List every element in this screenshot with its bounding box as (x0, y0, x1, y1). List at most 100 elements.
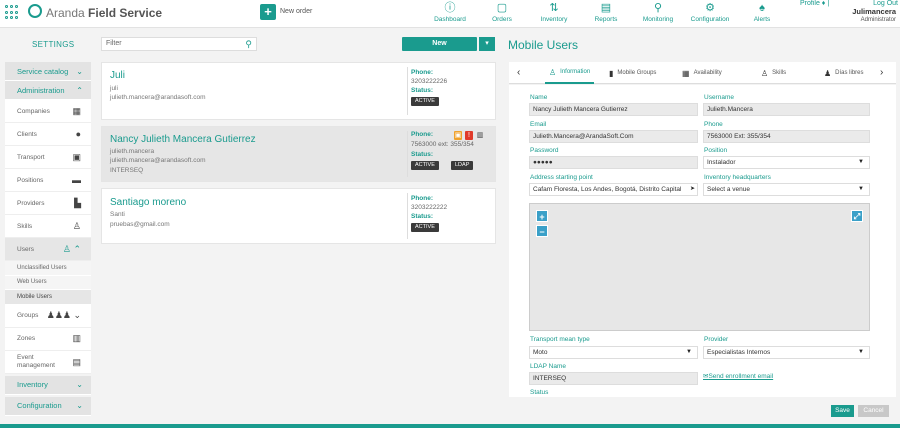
caret-down-icon: ▼ (686, 349, 692, 355)
sidebar-group-configuration[interactable]: Configuration ⌄ (5, 396, 91, 416)
group-icon: ♟♟♟ ⌄ (46, 310, 81, 320)
event-icon: ▤ (72, 356, 81, 367)
dashboard-icon: ⓘ (444, 2, 456, 14)
monitoring-icon: ⚲ (653, 2, 663, 14)
footer-bar (0, 424, 900, 428)
new-button[interactable]: New (402, 37, 477, 51)
sidebar-group-inventory[interactable]: Inventory ⌄ (5, 375, 91, 395)
sidebar-item-positions[interactable]: Positions ▬ (5, 169, 91, 192)
sidebar-item-skills[interactable]: Skills ♙ (5, 215, 91, 238)
aranda-logo-icon (28, 4, 42, 18)
person-walking-icon: ♙ (72, 220, 81, 231)
sidebar-item-clients[interactable]: Clients ● (5, 123, 91, 146)
chevron-down-icon: ⌄ (76, 380, 83, 389)
tab-availability[interactable]: ▦ Availability (682, 62, 722, 84)
sidebar-item-event-management[interactable]: Event management ▤ (5, 350, 91, 374)
email-field[interactable]: Julieth.Mancera@ArandaSoft.Com (529, 130, 698, 143)
zoom-out-button[interactable]: − (536, 225, 548, 237)
new-order-label[interactable]: New order (280, 8, 312, 15)
phone-field[interactable]: 7563000 Ext: 355/354 (703, 130, 870, 143)
brand-name: Aranda Field Service (46, 6, 163, 20)
nav-configuration[interactable]: ⚙ Configuration (685, 0, 735, 23)
tab-information[interactable]: ♙ Information (545, 62, 595, 84)
chevron-up-icon: ⌃ (76, 85, 83, 95)
position-select[interactable]: Instalador ▼ (703, 156, 870, 169)
calendar-icon: ▦ (682, 68, 690, 78)
user-name: Julimancera (852, 7, 896, 16)
nav-inventory[interactable]: ⇅ Inventory (529, 0, 579, 23)
top-header: Aranda Field Service + New order ⓘ Dashbo… (0, 0, 900, 28)
panel-title: Mobile Users (508, 38, 579, 52)
chevron-right-icon[interactable]: › (880, 67, 883, 78)
person-walking-icon: ♙ (761, 68, 769, 78)
chevron-down-icon: ⌄ (76, 401, 83, 410)
address-field[interactable]: Cafam Floresta, Los Andes, Bogotá, Distr… (529, 183, 698, 196)
transport-select[interactable]: Moto ▼ (529, 346, 698, 359)
nav-dashboard[interactable]: ⓘ Dashboard (425, 0, 475, 23)
save-button[interactable]: Save (831, 405, 854, 417)
person-icon: ♦ (821, 0, 826, 7)
caret-down-icon: ▼ (858, 186, 864, 192)
caret-down-icon: ▼ (858, 349, 864, 355)
tab-skills[interactable]: ♙ Skills (761, 62, 786, 84)
profile-link[interactable]: Profile ♦ | (800, 0, 829, 7)
inventory-icon: ⇅ (549, 2, 559, 14)
sidebar-item-zones[interactable]: Zones ▥ (5, 327, 91, 351)
zones-icon: ▥ (72, 333, 81, 343)
sidebar-item-groups[interactable]: Groups ♟♟♟ ⌄ (5, 304, 91, 328)
zoom-in-button[interactable]: + (536, 210, 548, 222)
caret-down-icon: ▼ (858, 159, 864, 165)
sidebar-item-transport[interactable]: Transport ▣ (5, 146, 91, 169)
tab-bar: ‹ ♙ Information ▮ Mobile Groups ▦ Availabil… (509, 62, 896, 84)
user-card-selected[interactable]: Nancy Julieth Mancera Gutierrez julieth.… (101, 126, 496, 182)
new-dropdown-button[interactable]: ▾ (479, 37, 495, 51)
fullscreen-icon[interactable]: ⤢ (851, 210, 863, 222)
person-plus-icon: ♟ (824, 68, 832, 78)
nav-alerts[interactable]: ♠ Alerts (737, 0, 787, 23)
sidebar-sub-web-users[interactable]: Web Users (5, 275, 91, 290)
settings-sidebar: Service catalog ⌄ Administration ⌃ Compani… (5, 62, 91, 416)
sidebar-group-service-catalog[interactable]: Service catalog ⌄ (5, 62, 91, 81)
search-icon[interactable]: ⚲ (245, 38, 252, 50)
chevron-left-icon[interactable]: ‹ (517, 67, 520, 78)
apps-grid-icon[interactable] (5, 5, 19, 21)
status-badge: ACTIVE (411, 97, 439, 106)
user-card[interactable]: Juli juli julieth.mancera@arandasoft.com… (101, 62, 496, 120)
sidebar-item-companies[interactable]: Companies ▦ (5, 100, 91, 123)
bus-icon: ▣ (72, 151, 81, 162)
sidebar-sub-mobile-users[interactable]: Mobile Users (5, 290, 91, 305)
bell-icon: ♠ (759, 2, 765, 14)
sidebar-item-providers[interactable]: Providers ▙ (5, 192, 91, 215)
tab-mobile-groups[interactable]: ▮ Mobile Groups (609, 62, 656, 84)
building-icon: ▦ (72, 105, 81, 116)
status-badge: ACTIVE (411, 223, 439, 232)
filter-input[interactable]: Filter ⚲ (101, 37, 257, 51)
password-field[interactable]: ●●●●● (529, 156, 698, 169)
send-enrollment-email-link[interactable]: ✉Send enrollment email (703, 372, 773, 380)
person-walking-icon: ♙ (549, 67, 557, 77)
new-order-button[interactable]: + (260, 4, 276, 20)
inventory-headquarters-select[interactable]: Select a venue ▼ (703, 183, 870, 196)
cancel-button[interactable]: Cancel (858, 405, 889, 417)
sidebar-item-users[interactable]: Users ♙ ⌃ (5, 238, 91, 261)
sidebar-group-administration[interactable]: Administration ⌃ (5, 81, 91, 100)
provider-select[interactable]: Especialistas Internos ▼ (703, 346, 870, 359)
alert-icon[interactable]: ! (465, 131, 473, 140)
map-view[interactable]: + − ⤢ (529, 203, 870, 331)
mobile-icon: ▮ (609, 68, 614, 78)
username-field[interactable]: Julieth.Mancera (703, 103, 870, 116)
lock-icon[interactable]: ▣ (454, 131, 462, 140)
trash-icon[interactable]: ▥ (476, 131, 484, 140)
tab-dias-libres[interactable]: ♟ Días libres (824, 62, 864, 84)
nav-reports[interactable]: ▤ Reports (581, 0, 631, 23)
location-arrow-icon[interactable]: ➤ (687, 184, 695, 195)
status-badge: ACTIVE (411, 161, 439, 170)
name-field[interactable]: Nancy Julieth Mancera Gutierrez (529, 103, 698, 116)
user-role: Administrator (860, 17, 896, 23)
ldap-name-field[interactable]: INTERSEQ (529, 372, 698, 385)
logout-link[interactable]: Log Out (850, 0, 898, 7)
sidebar-sub-unclassified-users[interactable]: Unclassified Users (5, 261, 91, 276)
user-card[interactable]: Santiago moreno Santi pruebas@gmail.com … (101, 188, 496, 244)
nav-orders[interactable]: ▢ Orders (477, 0, 527, 23)
nav-monitoring[interactable]: ⚲ Monitoring (633, 0, 683, 23)
